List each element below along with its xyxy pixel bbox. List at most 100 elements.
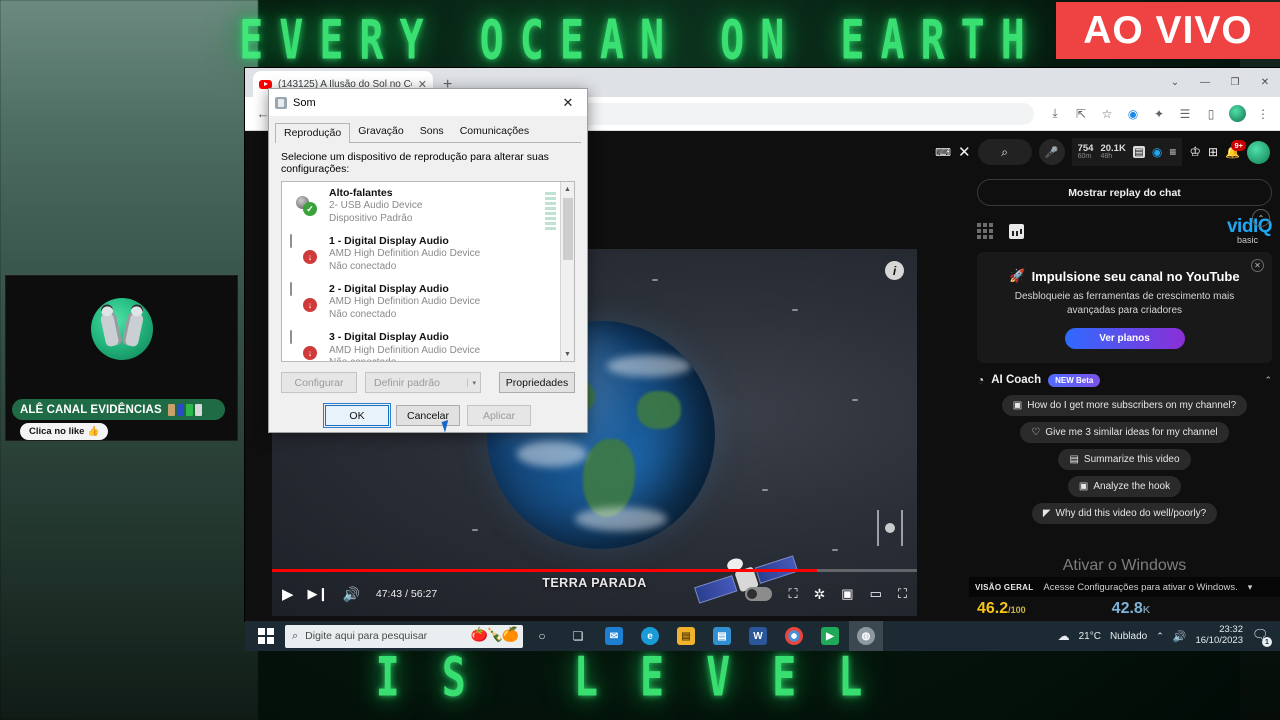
account-avatar[interactable] — [1247, 140, 1270, 164]
keyboard-icon[interactable]: ⌨ — [935, 146, 951, 159]
trophy-icon[interactable]: ♔ — [1189, 144, 1201, 160]
maximize-button[interactable]: ❐ — [1220, 68, 1250, 97]
vidiq-collapse-icon[interactable]: ⌃ — [1252, 209, 1270, 227]
ai-suggestion-4[interactable]: ◤ Why did this video do well/poorly? — [1031, 503, 1218, 524]
settings-gear-icon[interactable]: ✲ — [814, 586, 826, 603]
share-icon[interactable]: ⇱ — [1070, 103, 1092, 125]
close-search-icon[interactable]: ✕ — [958, 143, 971, 161]
scroll-down-arrow-icon[interactable]: ▼ — [561, 347, 574, 361]
subtitles-icon[interactable]: ⛶ — [788, 586, 797, 602]
device-row[interactable]: ↓ 3 - Digital Display Audio AMD High Def… — [282, 326, 574, 361]
word-icon[interactable]: W — [741, 621, 775, 651]
playback-device-list[interactable]: ✓ Alto-falantes 2- USB Audio Device Disp… — [281, 181, 575, 362]
install-app-icon[interactable]: ⤓ — [1044, 103, 1066, 125]
scroll-up-arrow-icon[interactable]: ▲ — [561, 182, 574, 196]
device-row[interactable]: ↓ 2 - Digital Display Audio AMD High Def… — [282, 278, 574, 326]
close-dialog-button[interactable]: ✕ — [555, 92, 581, 114]
task-view-icon[interactable]: ❏ — [561, 621, 595, 651]
puzzle-extension-icon[interactable]: ✦ — [1148, 103, 1170, 125]
create-video-icon[interactable]: ⊞ — [1208, 145, 1218, 159]
minimize-button[interactable]: — — [1190, 68, 1220, 97]
ai-suggestion-1[interactable]: ♡ Give me 3 similar ideas for my channel — [1020, 422, 1229, 443]
miniplayer-icon[interactable]: ▣ — [841, 586, 853, 602]
tab-reproducao[interactable]: Reprodução — [275, 123, 351, 143]
tab-search-icon[interactable]: ⌄ — [1160, 68, 1190, 97]
voice-search-button[interactable]: 🎤 — [1038, 139, 1065, 165]
dialog-tabs: Reprodução Gravação Sons Comunicações — [269, 116, 587, 143]
cortana-icon[interactable]: ○ — [525, 621, 559, 651]
autoplay-toggle[interactable] — [745, 587, 773, 601]
windows-start-icon[interactable] — [249, 621, 283, 651]
clock-date: 16/10/2023 — [1195, 635, 1243, 646]
apply-button[interactable]: Aplicar — [467, 405, 531, 426]
device-list-scrollbar[interactable]: ▲ ▼ — [560, 182, 574, 361]
notifications-icon[interactable]: 🔔 9+ — [1225, 140, 1246, 159]
vidiq-score-value: 46.2 — [977, 600, 1009, 617]
ai-suggestion-2[interactable]: ▤ Summarize this video — [1058, 449, 1191, 470]
mail-icon[interactable]: ✉ — [597, 621, 631, 651]
configure-button[interactable]: Configurar — [281, 372, 357, 393]
chevron-down-icon[interactable]: ▾ — [467, 378, 476, 387]
tab-comunicacoes[interactable]: Comunicações — [452, 122, 537, 142]
weather-condition: Nublado — [1109, 630, 1148, 642]
video-info-icon[interactable]: i — [885, 261, 904, 280]
apps-grid-icon[interactable] — [977, 223, 993, 239]
device-row[interactable]: ✓ Alto-falantes 2- USB Audio Device Disp… — [282, 182, 574, 230]
sound-window-icon[interactable]: ◍ — [849, 621, 883, 651]
tab-gravacao[interactable]: Gravação — [350, 122, 412, 142]
hamburger-icon[interactable]: ≡ — [1169, 145, 1176, 159]
sound-settings-dialog[interactable]: Som ✕ Reprodução Gravação Sons Comunicaç… — [268, 88, 588, 433]
properties-button[interactable]: Propriedades — [499, 372, 575, 393]
device-status: Não conectado — [329, 308, 397, 320]
scrollbar-thumb[interactable] — [563, 198, 573, 260]
overview-caret-icon[interactable]: ▾ — [1248, 582, 1253, 593]
ai-suggestion-0[interactable]: ▣ How do I get more subscribers on my ch… — [1001, 395, 1248, 416]
promo-title-text: Impulsione seu canal no YouTube — [1031, 268, 1240, 284]
microsoft-store-icon[interactable]: ▤ — [705, 621, 739, 651]
taskbar-search-input[interactable]: ⌕ Digite aqui para pesquisar 🍅🍾🍊 — [285, 624, 523, 648]
edge-icon[interactable]: e — [633, 621, 667, 651]
search-button[interactable]: ⌕ — [977, 139, 1032, 165]
ai-suggestion-0-label: How do I get more subscribers on my chan… — [1027, 400, 1237, 411]
ai-suggestion-3[interactable]: ▣ Analyze the hook — [1067, 476, 1182, 497]
disconnected-badge-icon: ↓ — [303, 346, 317, 361]
view-plans-button[interactable]: Ver planos — [1064, 328, 1185, 349]
tab-sons[interactable]: Sons — [412, 122, 452, 142]
profile-avatar-icon[interactable] — [1226, 103, 1248, 125]
close-promo-icon[interactable]: ✕ — [1251, 259, 1264, 272]
search-icon: ⌕ — [292, 629, 299, 642]
chrome-menu-icon[interactable]: ⋮ — [1252, 103, 1274, 125]
ok-button[interactable]: OK — [323, 403, 391, 428]
action-center-icon[interactable]: 🗨 1 — [1252, 627, 1272, 647]
device-name: Alto-falantes — [329, 187, 393, 199]
vidiq-views-value: 42.8 — [1111, 600, 1143, 617]
chrome-icon[interactable] — [777, 621, 811, 651]
set-default-button[interactable]: Definir padrão ▾ — [365, 372, 481, 393]
device-row[interactable]: ↓ 1 - Digital Display Audio AMD High Def… — [282, 230, 574, 278]
bookmark-star-icon[interactable]: ☆ — [1096, 103, 1118, 125]
tray-chevron-icon[interactable]: ⌃ — [1156, 631, 1164, 642]
vidiq-stats-icon[interactable]: ▤ — [1132, 146, 1145, 158]
taskbar-clock[interactable]: 23:32 16/10/2023 — [1195, 624, 1243, 647]
reading-list-icon[interactable]: ☰ — [1174, 103, 1196, 125]
volume-button[interactable]: 🔊 — [342, 586, 359, 603]
volume-icon[interactable]: 🔊 — [1173, 630, 1187, 643]
close-window-button[interactable]: ✕ — [1250, 68, 1280, 97]
device-driver: AMD High Definition Audio Device — [329, 344, 481, 356]
volume-meter — [545, 192, 556, 230]
file-explorer-icon[interactable]: ▤ — [669, 621, 703, 651]
ai-coach-collapse-icon[interactable]: ⌃ — [1264, 375, 1272, 386]
vidiq-score-icon[interactable]: ◉ — [1152, 145, 1162, 159]
disconnected-badge-icon: ↓ — [303, 250, 317, 265]
side-panel-icon[interactable]: ▯ — [1200, 103, 1222, 125]
theater-mode-icon[interactable]: ▭ — [870, 586, 882, 602]
vidiq-extension-icon[interactable]: ◉ — [1122, 103, 1144, 125]
ai-coach-badge: NEW Beta — [1048, 373, 1101, 387]
flag-decoration-icon — [167, 403, 202, 416]
play-button[interactable]: ▶ — [282, 585, 294, 603]
fullscreen-icon[interactable]: ⛶ — [898, 586, 907, 602]
next-video-button[interactable]: ▶❙ — [308, 586, 329, 602]
show-chat-replay-button[interactable]: Mostrar replay do chat — [977, 179, 1272, 206]
player-icon[interactable]: ▶ — [813, 621, 847, 651]
bar-chart-icon[interactable] — [1009, 223, 1024, 239]
